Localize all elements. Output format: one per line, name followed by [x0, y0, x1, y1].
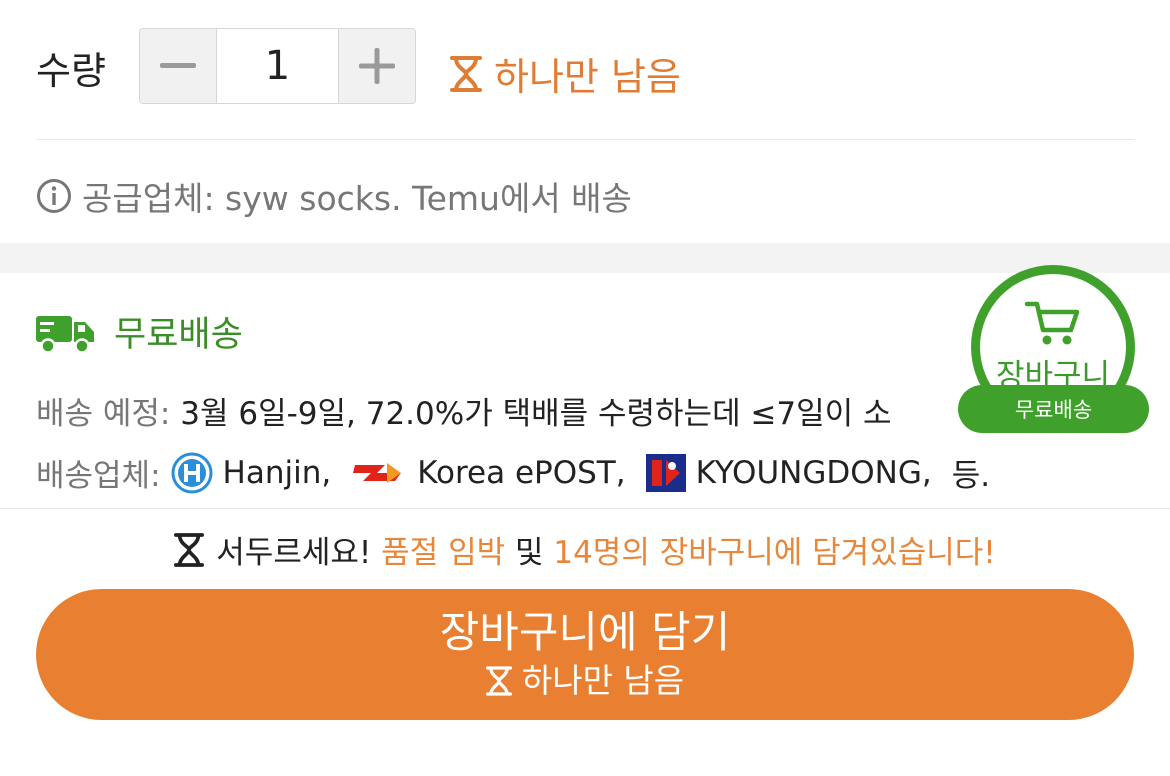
carriers-label: 배송업체: [36, 458, 161, 494]
delivery-estimate-value: 3월 6일-9일, 72.0%가 택배를 수령하는데 ≤7일이 소 [180, 396, 892, 432]
minus-icon [160, 63, 196, 68]
hurry-conj: 및 [514, 535, 544, 571]
hourglass-icon [174, 532, 205, 567]
plus-icon [359, 48, 395, 84]
decrease-button[interactable] [140, 29, 216, 103]
korea-epost-logo-icon [353, 462, 402, 483]
supplier-text: 공급업체: syw socks. Temu에서 배송 [82, 179, 632, 218]
delivery-estimate-label: 배송 예정: [36, 396, 171, 432]
section-separator [0, 243, 1170, 273]
quantity-label: 수량 [36, 49, 106, 93]
kyoungdong-logo-icon [645, 453, 686, 492]
hurry-message: 서두르세요! 품절 임박 및 14명의 장바구니에 담겨있습니다! [0, 527, 1170, 572]
add-to-cart-button[interactable]: 장바구니에 담기 하나만 남음 [36, 589, 1134, 720]
hourglass-icon [450, 55, 482, 92]
free-shipping-label: 무료배송 [114, 315, 243, 355]
add-to-cart-label: 장바구니에 담기 [439, 607, 731, 658]
hurry-prefix: 서두르세요! [216, 535, 372, 571]
increase-button[interactable] [339, 29, 415, 103]
cart-free-shipping-badge[interactable]: 무료배송 [958, 385, 1149, 433]
add-to-cart-sub-text: 하나만 남음 [521, 660, 685, 700]
divider [0, 508, 1170, 509]
cart-icon [1024, 301, 1080, 345]
quantity-value[interactable]: 1 [216, 29, 339, 103]
carrier-kyoungdong: KYOUNGDONG, [645, 453, 932, 492]
quantity-stepper: 1 [139, 28, 416, 104]
carriers: 배송업체: Hanjin, Korea ePOST, KYOUNGDONG, 등… [36, 450, 990, 495]
stock-warning-text: 하나만 남음 [494, 55, 681, 99]
carrier-korea-epost: Korea ePOST, [351, 454, 626, 491]
delivery-estimate: 배송 예정: 3월 6일-9일, 72.0%가 택배를 수령하는데 ≤7일이 소 [36, 388, 892, 433]
carrier-kyoungdong-name: KYOUNGDONG, [695, 454, 932, 491]
carriers-suffix: 등. [951, 458, 991, 494]
free-shipping-title: 무료배송 [36, 306, 243, 357]
carrier-hanjin: Hanjin, [171, 452, 332, 494]
hourglass-icon [485, 665, 512, 696]
stock-warning: 하나만 남음 [450, 46, 681, 101]
truck-icon [36, 315, 94, 354]
carrier-hanjin-name: Hanjin, [222, 454, 332, 491]
sold-out-soon: 품절 임박 [381, 535, 506, 571]
info-icon [37, 179, 71, 213]
hanjin-logo-icon [171, 452, 213, 493]
divider [36, 139, 1134, 140]
carrier-korea-epost-name: Korea ePOST, [417, 454, 626, 491]
supplier-info: 공급업체: syw socks. Temu에서 배송 [36, 172, 632, 220]
carts-count-message: 14명의 장바구니에 담겨있습니다! [553, 535, 996, 571]
add-to-cart-sub: 하나만 남음 [485, 659, 685, 703]
